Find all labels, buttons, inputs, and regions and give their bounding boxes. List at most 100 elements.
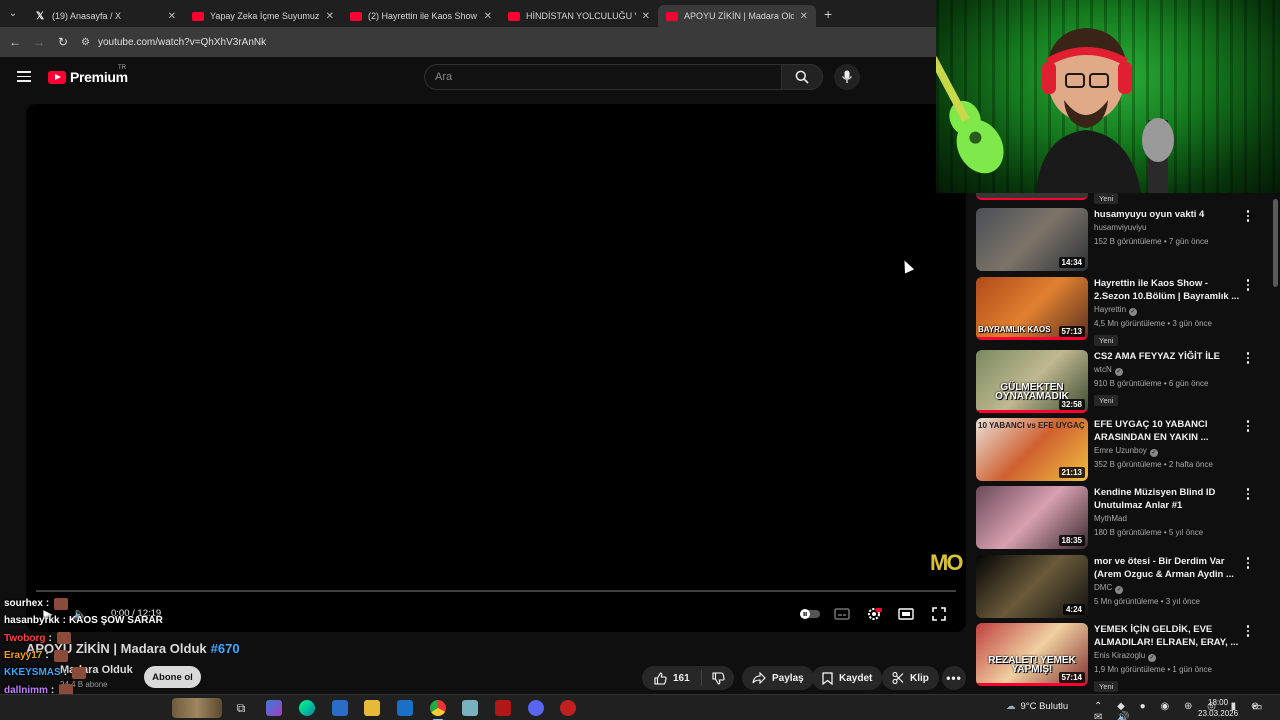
copilot-icon[interactable] (266, 700, 282, 716)
video-title[interactable]: husamyuyu oyun vakti 4 (1094, 208, 1244, 221)
file-explorer-icon[interactable] (364, 700, 380, 716)
chat-username: Twoborg (4, 632, 46, 644)
video-duration: 57:14 (1058, 672, 1085, 683)
more-actions-button[interactable]: ••• (942, 666, 966, 690)
voicemeeter-icon[interactable] (495, 700, 511, 716)
browser-tab[interactable]: APOYU ZİKİN | Madara Olduk # ✕ (658, 5, 816, 27)
dislike-button[interactable] (702, 671, 734, 685)
more-vertical-icon[interactable] (1244, 352, 1252, 364)
back-arrow-icon[interactable]: ← (3, 35, 27, 49)
taskbar-search-highlight[interactable] (172, 698, 222, 718)
notification-icon[interactable]: ▭ (1252, 700, 1262, 713)
tab-close-icon[interactable]: ✕ (800, 11, 808, 22)
more-horizontal-icon: ••• (946, 671, 962, 685)
edge-icon[interactable] (299, 700, 315, 716)
chat-message: sourhex: (0, 595, 230, 612)
weather-widget[interactable]: ☁ 9°C Bulutlu (1006, 701, 1068, 712)
video-thumbnail[interactable]: 10 YABANCI vs EFE UYGAÇ 21:13 (976, 418, 1088, 481)
view-stats: 5 Mn görüntüleme • 3 yıl önce (1094, 595, 1244, 609)
video-player[interactable]: MO ▶ 🔈 0:00 / 12:19 (26, 104, 966, 632)
task-view-icon[interactable]: ⧉ (233, 700, 249, 716)
search-button[interactable] (781, 64, 823, 90)
mail-icon[interactable] (397, 700, 413, 716)
channel-name[interactable]: husamviyuviyu (1094, 223, 1146, 232)
share-button[interactable]: Paylaş (742, 666, 814, 690)
video-thumbnail[interactable]: 18:35 (976, 486, 1088, 549)
url-field[interactable]: ⚙ youtube.com/watch?v=QhXhV3rAnNk (81, 31, 266, 53)
recommended-video[interactable]: GÜLMEKTEN OYNAYAMADIK 32:58 CS2 AMA FEYYAZ… (976, 350, 1266, 414)
recommended-video[interactable]: REZALET! YEMEK YAPMIŞ! 57:14 YEMEK İÇİN GE… (976, 623, 1266, 692)
channel-name[interactable]: Enis Kirazoglu (1094, 651, 1145, 660)
browser-tab[interactable]: HİNDİSTAN YOLCULUĞU VE HİNT ✕ (500, 5, 658, 27)
partial-thumbnail[interactable] (976, 193, 1088, 200)
tab-close-icon[interactable]: ✕ (642, 11, 650, 22)
view-stats: 180 B görüntüleme • 5 yıl önce (1094, 526, 1244, 540)
video-title[interactable]: Hayrettin ile Kaos Show - 2.Sezon 10.Böl… (1094, 277, 1244, 303)
more-vertical-icon[interactable] (1244, 625, 1252, 637)
discord-icon[interactable] (528, 700, 544, 716)
video-thumbnail[interactable]: 4:24 (976, 555, 1088, 618)
sidebar-scrollbar[interactable] (1270, 193, 1280, 694)
menu-icon[interactable] (17, 71, 31, 82)
search-input[interactable] (435, 71, 781, 83)
channel-name[interactable]: wtcN (1094, 365, 1112, 374)
chrome-icon[interactable] (430, 700, 446, 720)
youtube-premium-logo[interactable]: Premium TR (48, 65, 128, 85)
forward-arrow-icon[interactable]: → (27, 35, 51, 49)
channel-name[interactable]: MythMad (1094, 514, 1127, 523)
save-button[interactable]: Kaydet (812, 666, 883, 690)
new-tab-button[interactable]: + (824, 6, 832, 22)
notepad-icon[interactable] (462, 700, 478, 716)
video-info: CS2 AMA FEYYAZ YİĞİT İLE wtcN ✓ 910 B görün… (1094, 350, 1244, 408)
recommended-video[interactable]: 14:34 husamyuyu oyun vakti 4 husamviyuviyu… (976, 208, 1266, 272)
video-info: Hayrettin ile Kaos Show - 2.Sezon 10.Böl… (1094, 277, 1244, 348)
channel-name[interactable]: DMC (1094, 583, 1112, 592)
browser-tab[interactable]: Yapay Zeka İçme Suyumuzu Bitir ✕ (184, 5, 342, 27)
tab-close-icon[interactable]: ✕ (484, 11, 492, 22)
more-vertical-icon[interactable] (1244, 210, 1252, 222)
browser-tab[interactable]: 𝕏 (19) Anasayfa / X ✕ (26, 5, 184, 27)
video-title[interactable]: YEMEK İÇİN GELDİK, EVE ALMADILAR! ELRAEN… (1094, 623, 1244, 649)
fullscreen-icon[interactable] (929, 604, 949, 624)
video-thumbnail[interactable]: GÜLMEKTEN OYNAYAMADIK 32:58 (976, 350, 1088, 413)
more-vertical-icon[interactable] (1244, 557, 1252, 569)
video-title[interactable]: Kendine Müzisyen Blind ID Unutulmaz Anla… (1094, 486, 1244, 512)
obs-icon[interactable] (560, 700, 576, 716)
video-thumbnail[interactable]: BAYRAMLIK KAOS 57:13 (976, 277, 1088, 340)
voice-search-button[interactable] (834, 64, 860, 90)
video-title[interactable]: mor ve ötesi - Bir Derdim Var (Arem Ozgu… (1094, 555, 1244, 581)
video-title[interactable]: EFE UYGAÇ 10 YABANCI ARASINDAN EN YAKIN … (1094, 418, 1244, 444)
taskbar-clock[interactable]: 18:00 23.03.2026 (1198, 697, 1238, 719)
subtitles-icon[interactable] (832, 604, 852, 624)
clip-button[interactable]: Klip (882, 666, 939, 690)
upload-age: 1 gün önce (1172, 664, 1212, 674)
channel-watermark[interactable]: MO (930, 550, 963, 576)
video-thumbnail[interactable]: 14:34 (976, 208, 1088, 271)
store-icon[interactable] (332, 700, 348, 716)
tab-search-chevron-icon[interactable]: ⌄ (0, 0, 26, 27)
recommended-video[interactable]: 18:35 Kendine Müzisyen Blind ID Unutulmaz… (976, 486, 1266, 550)
recommended-video[interactable]: 4:24 mor ve ötesi - Bir Derdim Var (Arem … (976, 555, 1266, 619)
autoplay-toggle[interactable] (798, 604, 822, 624)
more-vertical-icon[interactable] (1244, 420, 1252, 432)
video-thumbnail[interactable]: REZALET! YEMEK YAPMIŞ! 57:14 (976, 623, 1088, 686)
like-button[interactable]: 161 (642, 670, 702, 686)
reload-icon[interactable]: ↻ (51, 35, 75, 49)
new-badge: Yeni (1094, 395, 1119, 406)
tab-close-icon[interactable]: ✕ (168, 11, 176, 22)
site-settings-icon[interactable]: ⚙ (81, 37, 90, 48)
recommended-video[interactable]: BAYRAMLIK KAOS 57:13 Hayrettin ile Kaos Sh… (976, 277, 1266, 346)
tab-title: HİNDİSTAN YOLCULUĞU VE HİNT (526, 11, 636, 21)
channel-name[interactable]: Hayrettin (1094, 305, 1126, 314)
channel-name[interactable]: Emre Uzunboy (1094, 446, 1147, 455)
scrollbar-thumb[interactable] (1273, 199, 1278, 287)
more-vertical-icon[interactable] (1244, 279, 1252, 291)
theater-mode-icon[interactable] (896, 604, 916, 624)
tab-close-icon[interactable]: ✕ (326, 11, 334, 22)
progress-bar[interactable] (36, 590, 956, 592)
browser-tab[interactable]: (2) Hayrettin ile Kaos Show - 2.S ✕ (342, 5, 500, 27)
settings-gear-icon[interactable] (864, 604, 884, 624)
recommended-video[interactable]: 10 YABANCI vs EFE UYGAÇ 21:13 EFE UYGAÇ 10… (976, 418, 1266, 482)
more-vertical-icon[interactable] (1244, 488, 1252, 500)
video-title[interactable]: CS2 AMA FEYYAZ YİĞİT İLE (1094, 350, 1244, 363)
